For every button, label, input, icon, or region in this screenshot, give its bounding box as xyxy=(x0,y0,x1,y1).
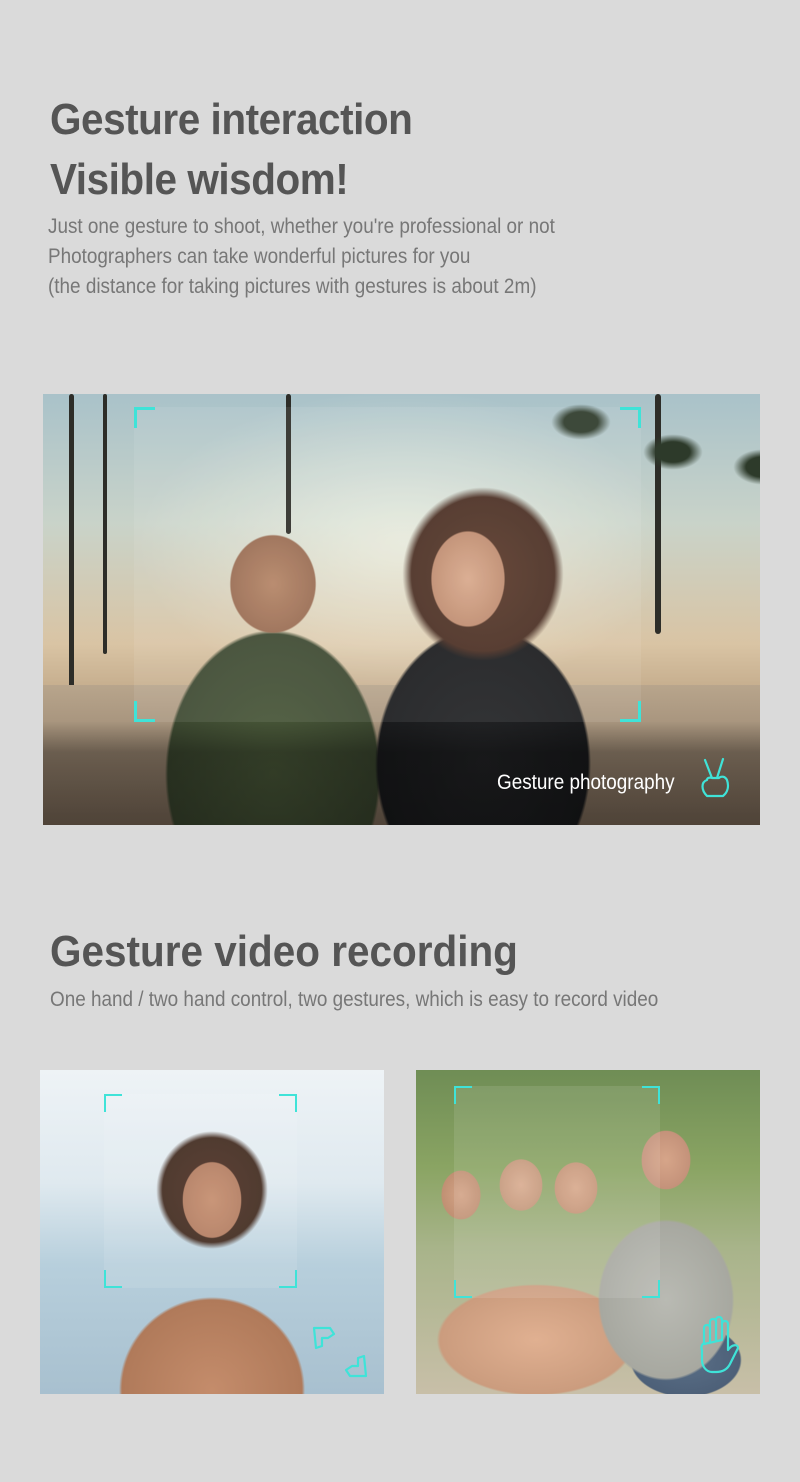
one-hand-gesture-photo xyxy=(40,1070,384,1394)
frame-hands-icon xyxy=(312,1326,368,1378)
palm-leaves xyxy=(643,434,703,470)
focus-corner-bottom-right xyxy=(279,1270,297,1288)
section1-title-line1: Gesture interaction xyxy=(50,95,413,144)
palm-trunk xyxy=(655,394,661,634)
palm-trunk xyxy=(103,394,107,654)
focus-corner-top-left xyxy=(454,1086,472,1104)
focus-corner-bottom-left xyxy=(454,1280,472,1298)
palm-trunk xyxy=(69,394,74,694)
photo-caption: Gesture photography xyxy=(497,771,675,794)
focus-corner-bottom-left xyxy=(134,701,155,722)
section1-desc-line2: Photographers can take wonderful picture… xyxy=(48,245,471,268)
focus-corner-top-right xyxy=(620,407,641,428)
focus-corner-top-right xyxy=(279,1094,297,1112)
focus-corner-top-left xyxy=(104,1094,122,1112)
section1-title-line2: Visible wisdom! xyxy=(50,155,349,204)
victory-hand-icon xyxy=(701,757,730,798)
focus-frame-right xyxy=(454,1086,660,1298)
focus-frame-left xyxy=(104,1094,297,1288)
open-palm-icon xyxy=(700,1315,740,1374)
section1-desc-line1: Just one gesture to shoot, whether you'r… xyxy=(48,215,555,238)
section2-desc: One hand / two hand control, two gesture… xyxy=(50,988,659,1011)
focus-corner-bottom-right xyxy=(620,701,641,722)
section2-title: Gesture video recording xyxy=(50,927,518,976)
two-hand-gesture-photo xyxy=(416,1070,760,1394)
focus-frame xyxy=(134,407,641,722)
section1-desc-line3: (the distance for taking pictures with g… xyxy=(48,275,537,298)
focus-corner-bottom-right xyxy=(642,1280,660,1298)
gesture-photography-photo: Gesture photography xyxy=(43,394,760,825)
focus-corner-bottom-left xyxy=(104,1270,122,1288)
focus-corner-top-right xyxy=(642,1086,660,1104)
focus-corner-top-left xyxy=(134,407,155,428)
